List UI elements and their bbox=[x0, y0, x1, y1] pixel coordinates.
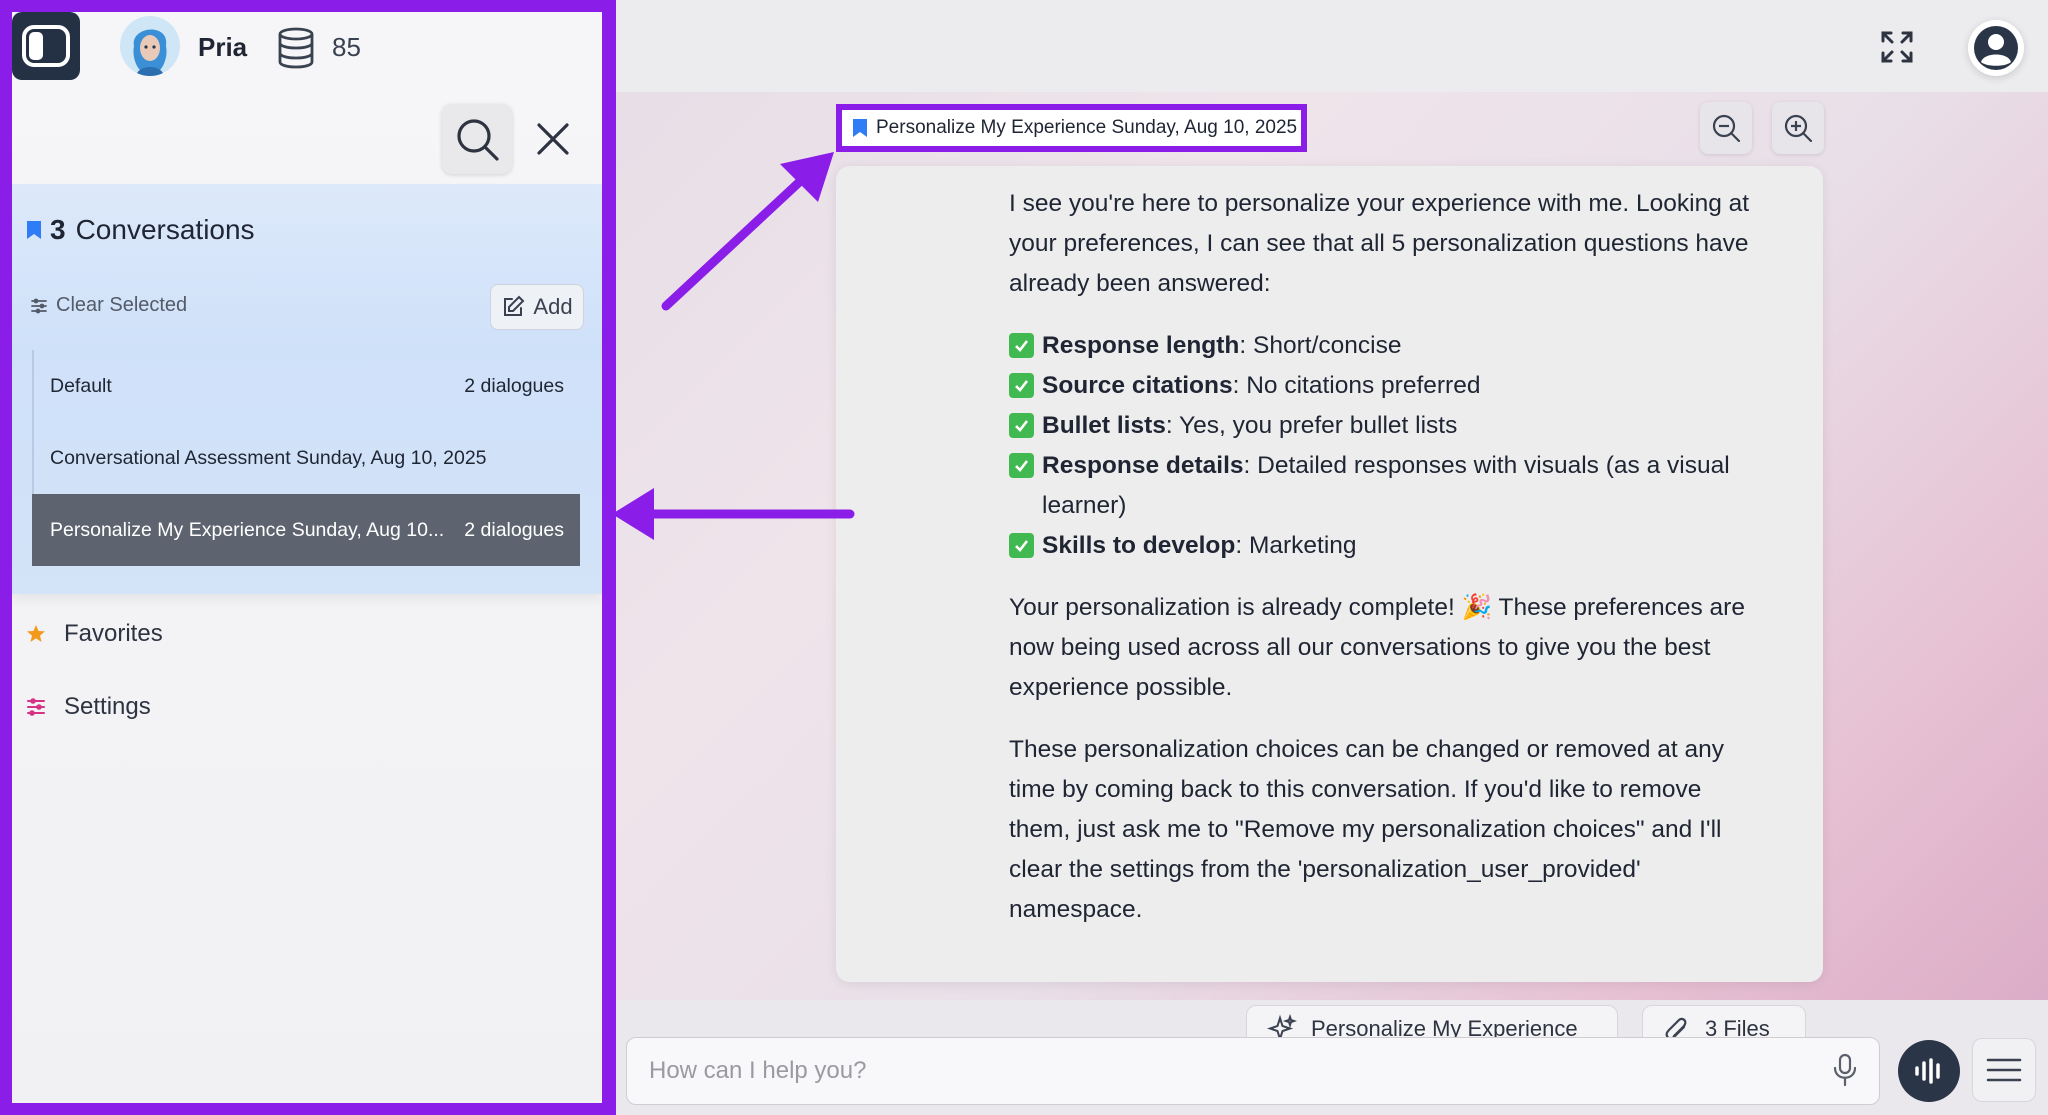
main-area: Personalize My Experience Sunday, Aug 10… bbox=[616, 0, 2048, 1115]
conversations-panel: 3 Conversations Clear Selected Add Defau… bbox=[12, 184, 602, 594]
list-item: Source citations: No citations preferred bbox=[1009, 366, 1769, 406]
menu-button[interactable] bbox=[1972, 1038, 2036, 1102]
pref-value: : Yes, you prefer bullet lists bbox=[1165, 412, 1458, 439]
clear-selected-label: Clear Selected bbox=[56, 294, 188, 316]
database-icon bbox=[276, 26, 316, 75]
assistant-message-card: I see you're here to personalize your ex… bbox=[836, 166, 1823, 982]
assistant-message: I see you're here to personalize your ex… bbox=[1009, 184, 1769, 952]
conversation-item-count: 2 dialogues bbox=[464, 374, 564, 397]
conversation-item-title: Default bbox=[50, 374, 112, 397]
credit-count: 85 bbox=[332, 32, 361, 62]
preferences-list: Response length: Short/concise Source ci… bbox=[1009, 326, 1769, 566]
pref-key: Bullet lists bbox=[1042, 412, 1166, 439]
user-icon bbox=[1974, 26, 2018, 70]
pref-key: Source citations bbox=[1042, 372, 1233, 399]
scroll-fade bbox=[836, 952, 1823, 982]
sidebar: Pria 85 3 Conversations Clear Selected A… bbox=[0, 0, 616, 1115]
pref-key: Response details bbox=[1042, 452, 1244, 479]
favorites-label: Favorites bbox=[64, 620, 163, 647]
check-icon bbox=[1009, 373, 1034, 398]
conversation-list: Default 2 dialogues Conversational Asses… bbox=[32, 350, 580, 566]
clear-selected-button[interactable]: Clear Selected bbox=[30, 294, 187, 317]
message-complete: Your personalization is already complete… bbox=[1009, 594, 1745, 701]
conversations-label: Conversations bbox=[75, 214, 255, 245]
pref-value: : Short/concise bbox=[1239, 332, 1402, 359]
list-item: Skills to develop: Marketing bbox=[1009, 526, 1769, 566]
bookmark-icon bbox=[853, 119, 867, 137]
settings-label: Settings bbox=[64, 693, 151, 720]
waveform-icon bbox=[1915, 1058, 1940, 1084]
sidebar-toggle-icon bbox=[22, 25, 70, 67]
chat-input[interactable] bbox=[626, 1037, 1880, 1105]
list-item: Response details: Detailed responses wit… bbox=[1009, 446, 1769, 526]
expand-icon[interactable] bbox=[1880, 30, 1914, 64]
bookmark-icon bbox=[27, 221, 41, 239]
voice-mode-button[interactable] bbox=[1898, 1040, 1960, 1102]
sidebar-item-favorites[interactable]: Favorites bbox=[26, 620, 163, 648]
edit-icon bbox=[504, 295, 525, 316]
list-item: Response length: Short/concise bbox=[1009, 326, 1769, 366]
zoom-in-icon bbox=[1784, 114, 1813, 143]
account-button[interactable] bbox=[1968, 20, 2024, 76]
check-icon bbox=[1009, 533, 1034, 558]
zoom-out-button[interactable] bbox=[1700, 102, 1752, 154]
conversation-item-personalize[interactable]: Personalize My Experience Sunday, Aug 10… bbox=[32, 494, 580, 566]
pref-value: : No citations preferred bbox=[1232, 372, 1481, 399]
add-conversation-button[interactable]: Add bbox=[490, 284, 584, 330]
zoom-in-button[interactable] bbox=[1772, 102, 1824, 154]
avatar[interactable] bbox=[120, 16, 180, 76]
user-name: Pria bbox=[198, 32, 248, 62]
conversations-header: 3 Conversations bbox=[26, 214, 255, 246]
close-icon[interactable] bbox=[530, 116, 576, 162]
conversation-item-count: 2 dialogues bbox=[464, 518, 564, 541]
conversation-item-assessment[interactable]: Conversational Assessment Sunday, Aug 10… bbox=[32, 422, 580, 494]
microphone-icon[interactable] bbox=[1830, 1052, 1860, 1088]
conversation-item-title: Conversational Assessment Sunday, Aug 10… bbox=[50, 446, 487, 469]
search-button[interactable] bbox=[442, 104, 512, 174]
hamburger-icon bbox=[1986, 1058, 2022, 1082]
check-icon bbox=[1009, 333, 1034, 358]
pref-key: Response length bbox=[1042, 332, 1240, 359]
pref-key: Skills to develop bbox=[1042, 532, 1236, 559]
conversation-title-tag: Personalize My Experience Sunday, Aug 10… bbox=[836, 104, 1307, 152]
sliders-icon bbox=[31, 298, 47, 313]
star-icon bbox=[27, 625, 45, 642]
check-icon bbox=[1009, 453, 1034, 478]
list-item: Bullet lists: Yes, you prefer bullet lis… bbox=[1009, 406, 1769, 446]
pref-value: : Marketing bbox=[1235, 532, 1357, 559]
conversation-count: 3 bbox=[50, 214, 66, 245]
conversation-item-title: Personalize My Experience Sunday, Aug 10… bbox=[50, 518, 445, 541]
sidebar-item-settings[interactable]: Settings bbox=[26, 693, 151, 721]
message-intro: I see you're here to personalize your ex… bbox=[1009, 190, 1750, 297]
top-bar bbox=[616, 0, 2048, 92]
add-label: Add bbox=[533, 294, 573, 319]
search-icon bbox=[457, 119, 499, 161]
message-footer: These personalization choices can be cha… bbox=[1009, 736, 1725, 923]
conversation-title: Personalize My Experience Sunday, Aug 10… bbox=[876, 117, 1298, 138]
conversation-item-default[interactable]: Default 2 dialogues bbox=[32, 350, 580, 422]
check-icon bbox=[1009, 413, 1034, 438]
zoom-out-icon bbox=[1712, 114, 1741, 143]
settings-sliders-icon bbox=[27, 698, 45, 716]
app-logo[interactable] bbox=[12, 12, 80, 80]
